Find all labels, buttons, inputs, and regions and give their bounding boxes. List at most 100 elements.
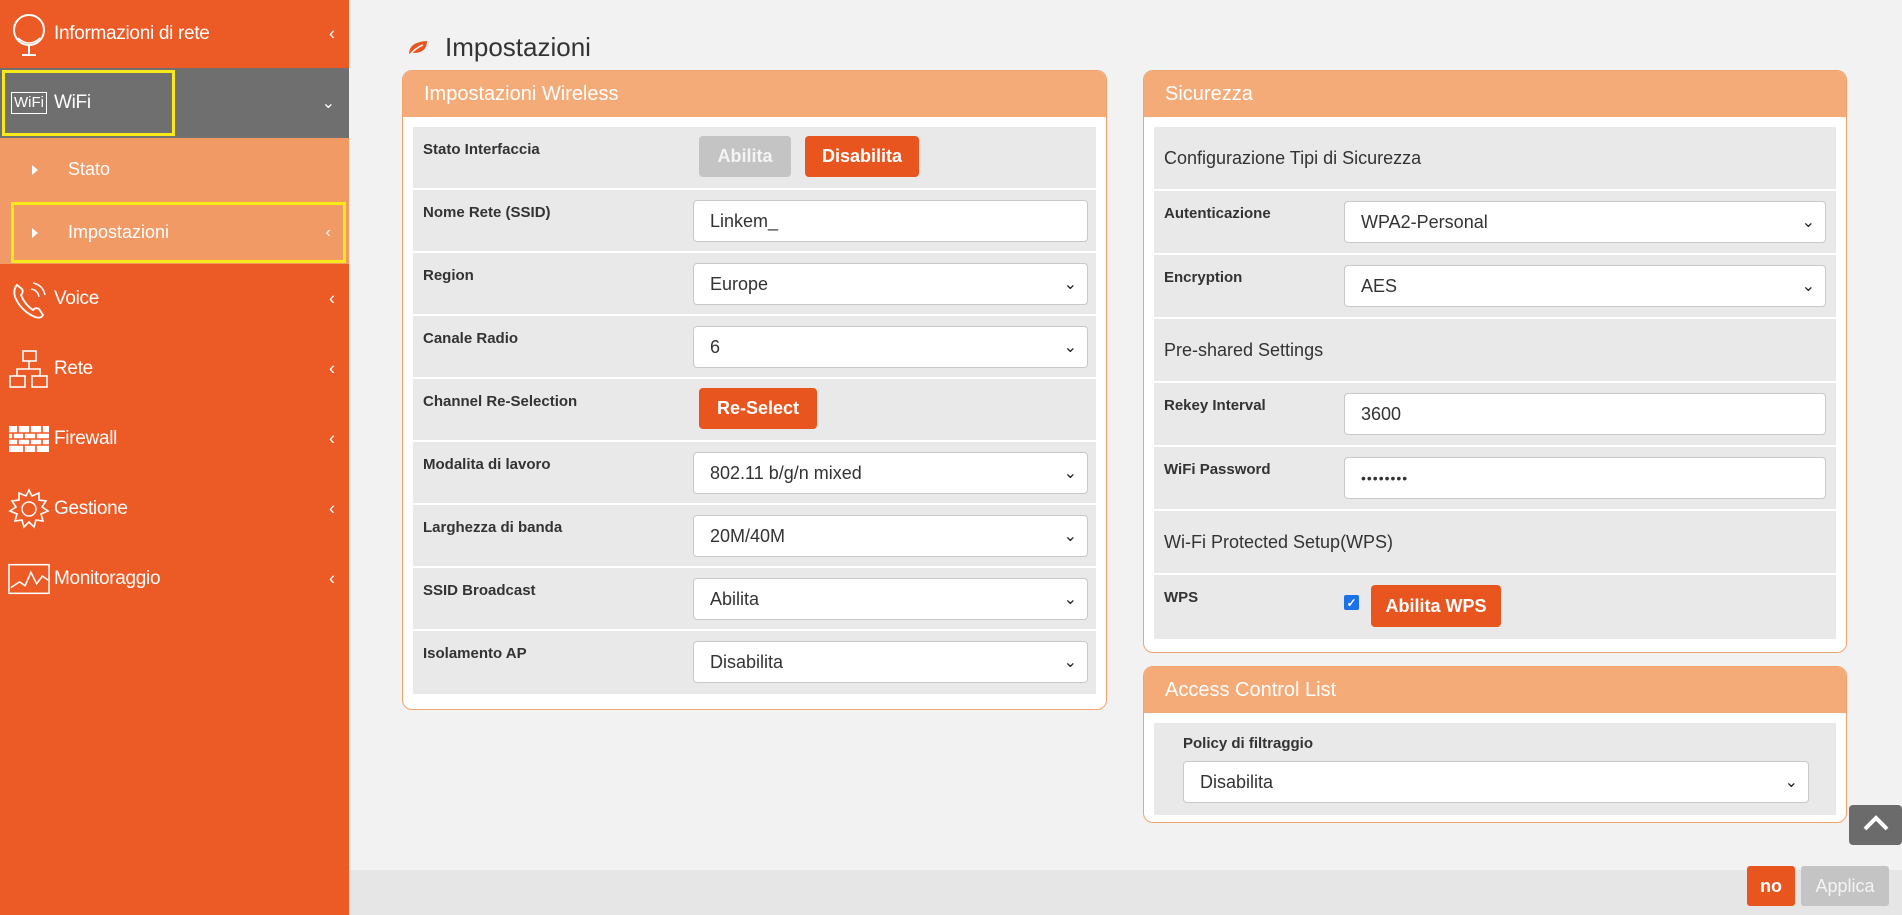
panel-body: Policy di filtraggio Disabilita ⌄: [1144, 713, 1846, 822]
highlight-box: [11, 202, 346, 263]
sidebar-item-rete[interactable]: Rete ‹: [0, 334, 349, 404]
wifi-password-input[interactable]: ••••••••: [1344, 457, 1826, 499]
section-wps: Wi-Fi Protected Setup(WPS): [1154, 511, 1836, 575]
globe-icon: [8, 10, 50, 58]
channel-select[interactable]: 6 ⌄: [693, 326, 1088, 368]
sidebar-item-label: Gestione: [54, 498, 128, 519]
field-label: Policy di filtraggio: [1183, 735, 1314, 752]
security-panel: Sicurezza Configurazione Tipi di Sicurez…: [1143, 70, 1847, 653]
chevron-up-icon: [1862, 814, 1890, 837]
gear-icon: [8, 485, 50, 533]
chevron-down-icon: ⌄: [1063, 591, 1077, 608]
chevron-left-icon: ‹: [329, 288, 335, 309]
apply-button[interactable]: Applica: [1801, 866, 1889, 906]
section-heading: Pre-shared Settings: [1164, 339, 1324, 360]
network-icon: [8, 345, 50, 393]
encryption-select[interactable]: AES ⌄: [1344, 265, 1826, 307]
sidebar-item-monitoraggio[interactable]: Monitoraggio ‹: [0, 544, 349, 614]
field-label: Canale Radio: [423, 330, 519, 347]
section-heading: Wi-Fi Protected Setup(WPS): [1164, 531, 1394, 552]
sidebar-item-label: Rete: [54, 358, 93, 379]
row-stato-interfaccia: Stato Interfaccia Abilita Disabilita: [413, 127, 1096, 190]
chevron-left-icon: ‹: [325, 223, 331, 241]
chevron-down-icon: ⌄: [1063, 276, 1077, 293]
field-label: Stato Interfaccia: [423, 141, 540, 158]
chevron-left-icon: ‹: [329, 428, 335, 449]
enable-button[interactable]: Abilita: [699, 136, 791, 177]
chevron-down-icon: ⌄: [1063, 339, 1077, 356]
row-ssid: Nome Rete (SSID) Linkem_: [413, 190, 1096, 253]
section-preshared: Pre-shared Settings: [1154, 319, 1836, 383]
field-label: Nome Rete (SSID): [423, 204, 551, 221]
sidebar-item-informazioni-di-rete[interactable]: Informazioni di rete ‹: [0, 0, 349, 68]
chevron-down-icon: ⌄: [1801, 278, 1815, 295]
panel-header: Impostazioni Wireless: [403, 71, 1106, 117]
field-label: Autenticazione: [1164, 205, 1271, 222]
chevron-left-icon: ‹: [329, 358, 335, 379]
sidebar-item-label: Monitoraggio: [54, 568, 161, 589]
disable-button[interactable]: Disabilita: [805, 136, 919, 177]
row-larghezza-banda: Larghezza di banda 20M/40M ⌄: [413, 505, 1096, 568]
panel-header: Sicurezza: [1144, 71, 1846, 117]
main-content: Impostazioni Impostazioni Wireless Stato…: [349, 0, 1902, 915]
chevron-down-icon: ⌄: [1063, 654, 1077, 671]
no-button[interactable]: no: [1747, 866, 1795, 906]
sidebar-item-firewall[interactable]: Firewall ‹: [0, 404, 349, 474]
field-label: Region: [423, 267, 474, 284]
sidebar-item-gestione[interactable]: Gestione ‹: [0, 474, 349, 544]
region-select[interactable]: Europe ⌄: [693, 263, 1088, 305]
chevron-left-icon: ‹: [329, 568, 335, 589]
monitor-chart-icon: [8, 555, 50, 603]
leaf-icon: [407, 40, 427, 57]
field-label: SSID Broadcast: [423, 582, 536, 599]
row-policy: Policy di filtraggio Disabilita ⌄: [1154, 723, 1836, 815]
field-label: Modalita di lavoro: [423, 456, 551, 473]
ap-isolation-select[interactable]: Disabilita ⌄: [693, 641, 1088, 683]
row-canale-radio: Canale Radio 6 ⌄: [413, 316, 1096, 379]
field-label: WPS: [1164, 589, 1199, 606]
section-heading: Configurazione Tipi di Sicurezza: [1164, 147, 1422, 168]
row-rekey: Rekey Interval 3600: [1154, 383, 1836, 447]
chevron-left-icon: ‹: [329, 23, 335, 44]
firewall-icon: [8, 415, 50, 463]
phone-icon: [8, 275, 50, 323]
mode-select[interactable]: 802.11 b/g/n mixed ⌄: [693, 452, 1088, 494]
submenu-item-stato[interactable]: Stato: [0, 138, 349, 201]
sidebar-item-label: Informazioni di rete: [54, 23, 210, 44]
field-label: Encryption: [1164, 269, 1243, 286]
ssid-input[interactable]: Linkem_: [693, 200, 1088, 242]
row-channel-reselection: Channel Re-Selection Re-Select: [413, 379, 1096, 442]
chevron-down-icon: ⌄: [1063, 528, 1077, 545]
sidebar-item-label: Voice: [54, 288, 99, 309]
row-encryption: Encryption AES ⌄: [1154, 255, 1836, 319]
chevron-down-icon: ⌄: [1063, 465, 1077, 482]
scroll-to-top-button[interactable]: [1849, 805, 1902, 845]
section-config-security: Configurazione Tipi di Sicurezza: [1154, 127, 1836, 191]
wps-checkbox[interactable]: ✓: [1344, 595, 1359, 610]
sidebar-item-voice[interactable]: Voice ‹: [0, 264, 349, 334]
sidebar-item-label: Firewall: [54, 428, 118, 449]
panel-body: Configurazione Tipi di Sicurezza Autenti…: [1144, 117, 1846, 647]
rekey-interval-input[interactable]: 3600: [1344, 393, 1826, 435]
wifi-submenu: Stato Impostazioni ‹: [0, 138, 349, 264]
filter-policy-select[interactable]: Disabilita ⌄: [1183, 761, 1809, 803]
row-wifi-password: WiFi Password ••••••••: [1154, 447, 1836, 511]
reselect-button[interactable]: Re-Select: [699, 388, 817, 429]
row-modalita: Modalita di lavoro 802.11 b/g/n mixed ⌄: [413, 442, 1096, 505]
enable-wps-button[interactable]: Abilita WPS: [1371, 585, 1501, 627]
submenu-item-impostazioni[interactable]: Impostazioni ‹: [0, 201, 349, 264]
highlight-box: [2, 70, 175, 136]
ssid-broadcast-select[interactable]: Abilita ⌄: [693, 578, 1088, 620]
row-ssid-broadcast: SSID Broadcast Abilita ⌄: [413, 568, 1096, 631]
page-title-text: Impostazioni: [445, 32, 591, 62]
field-label: Channel Re-Selection: [423, 393, 578, 410]
bandwidth-select[interactable]: 20M/40M ⌄: [693, 515, 1088, 557]
field-label: Isolamento AP: [423, 645, 527, 662]
caret-right-icon: [32, 164, 38, 175]
chevron-down-icon: ⌄: [1801, 214, 1815, 231]
field-label: WiFi Password: [1164, 461, 1271, 478]
sidebar-item-wifi[interactable]: WiFi WiFi ⌄: [0, 68, 349, 138]
authentication-select[interactable]: WPA2-Personal ⌄: [1344, 201, 1826, 243]
page-title: Impostazioni: [407, 32, 591, 63]
wireless-settings-panel: Impostazioni Wireless Stato Interfaccia …: [402, 70, 1107, 710]
